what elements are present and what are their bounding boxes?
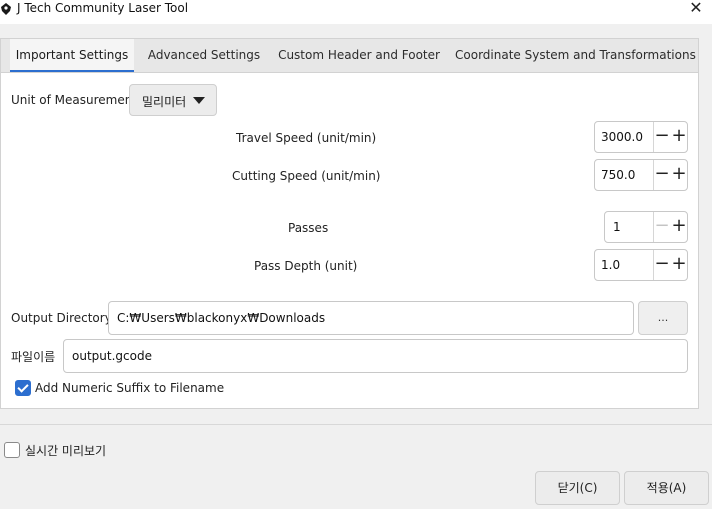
checkmark-icon — [17, 381, 29, 393]
tab-coordinate-system[interactable]: Coordinate System and Transformations — [455, 39, 696, 72]
filename-value: output.gcode — [72, 349, 152, 363]
passes-label: Passes — [288, 221, 329, 235]
title-bar: J Tech Community Laser Tool ✕ — [0, 0, 712, 24]
pass-depth-value: 1.0 — [601, 258, 621, 272]
pass-depth-spinbox[interactable]: 1.0 − + — [594, 249, 688, 281]
footer-divider — [0, 424, 712, 425]
numeric-suffix-checkbox[interactable] — [15, 380, 31, 396]
live-preview-label: 실시간 미리보기 — [25, 444, 107, 458]
output-directory-value: C:₩Users₩blackonyx₩Downloads — [117, 311, 326, 325]
passes-value: 1 — [613, 220, 621, 234]
tab-advanced-settings[interactable]: Advanced Settings — [145, 39, 263, 72]
tab-custom-header-footer[interactable]: Custom Header and Footer — [275, 39, 443, 72]
travel-speed-decrement[interactable]: − — [654, 125, 670, 149]
travel-speed-increment[interactable]: + — [671, 125, 687, 149]
close-button[interactable]: 닫기(C) — [535, 471, 620, 505]
travel-speed-value: 3000.0 — [601, 130, 643, 144]
cutting-speed-spinbox[interactable]: 750.0 − + — [594, 159, 688, 191]
window-title: J Tech Community Laser Tool — [17, 1, 189, 15]
cutting-speed-decrement[interactable]: − — [654, 163, 670, 187]
filename-input[interactable]: output.gcode — [63, 339, 688, 373]
close-window-icon[interactable]: ✕ — [684, 0, 708, 20]
live-preview-checkbox[interactable] — [4, 442, 20, 458]
browse-directory-button[interactable]: ... — [638, 301, 688, 335]
travel-speed-spinbox[interactable]: 3000.0 − + — [594, 121, 688, 153]
apply-button[interactable]: 적용(A) — [624, 471, 709, 505]
passes-increment[interactable]: + — [671, 215, 687, 239]
output-directory-input[interactable]: C:₩Users₩blackonyx₩Downloads — [108, 301, 634, 335]
output-directory-label: Output Directory — [11, 311, 112, 325]
pass-depth-increment[interactable]: + — [671, 253, 687, 277]
cutting-speed-increment[interactable]: + — [671, 163, 687, 187]
app-icon — [1, 3, 11, 15]
pass-depth-label: Pass Depth (unit) — [254, 259, 358, 273]
travel-speed-label: Travel Speed (unit/min) — [236, 131, 377, 145]
cutting-speed-value: 750.0 — [601, 168, 636, 182]
filename-label: 파일이름 — [11, 350, 56, 364]
chevron-down-icon — [193, 97, 205, 104]
numeric-suffix-label: Add Numeric Suffix to Filename — [35, 381, 225, 395]
passes-decrement[interactable]: − — [654, 215, 670, 239]
tab-important-settings[interactable]: Important Settings — [10, 39, 134, 73]
passes-spinbox[interactable]: 1 − + — [604, 211, 688, 243]
pass-depth-decrement[interactable]: − — [654, 253, 670, 277]
unit-of-measurement-select[interactable]: 밀리미터 — [129, 84, 217, 116]
unit-of-measurement-label: Unit of Measurement — [11, 93, 138, 107]
tab-bar: Important Settings Advanced Settings Cus… — [0, 38, 699, 73]
unit-of-measurement-value: 밀리미터 — [142, 95, 187, 109]
cutting-speed-label: Cutting Speed (unit/min) — [232, 169, 381, 183]
